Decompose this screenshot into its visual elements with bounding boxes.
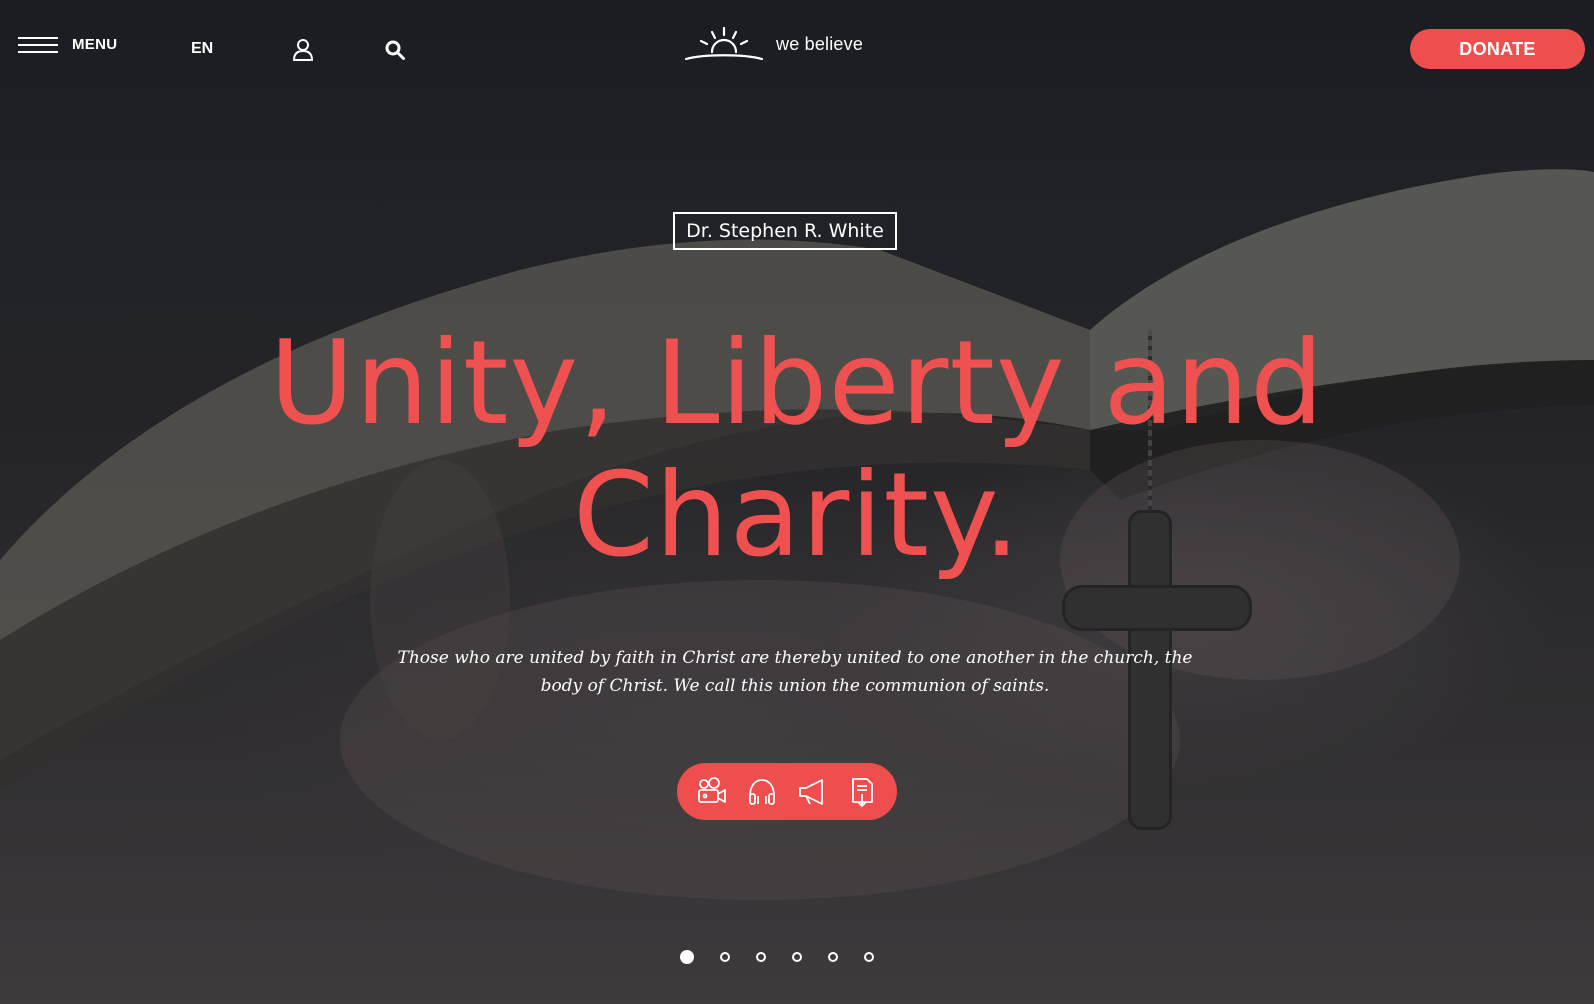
user-icon[interactable] xyxy=(292,38,314,62)
headphones-icon[interactable] xyxy=(746,776,778,808)
slider-pagination xyxy=(680,950,874,964)
donate-button[interactable]: DONATE xyxy=(1410,29,1585,69)
language-selector[interactable]: EN xyxy=(191,40,213,58)
slider-dot-3[interactable] xyxy=(756,952,766,962)
menu-label: MENU xyxy=(72,36,118,53)
author-badge[interactable]: Dr. Stephen R. White xyxy=(673,212,897,250)
megaphone-icon[interactable] xyxy=(796,776,828,808)
site-header: MENU EN we believe DONATE xyxy=(0,0,1594,96)
logo-text: we believe xyxy=(776,33,864,54)
hero-headline: Unity, Liberty and Charity. xyxy=(0,318,1594,582)
sunrise-logo-icon xyxy=(684,26,764,61)
video-camera-icon[interactable] xyxy=(696,776,728,808)
slider-dot-6[interactable] xyxy=(864,952,874,962)
menu-button[interactable]: MENU xyxy=(18,36,117,53)
slider-dot-5[interactable] xyxy=(828,952,838,962)
headline-line-1: Unity, Liberty and xyxy=(269,316,1325,451)
slider-dot-1[interactable] xyxy=(680,950,694,964)
hamburger-icon xyxy=(18,36,58,53)
slider-dot-2[interactable] xyxy=(720,952,730,962)
search-icon[interactable] xyxy=(384,39,406,61)
slider-dot-4[interactable] xyxy=(792,952,802,962)
site-logo[interactable]: we believe xyxy=(684,24,863,64)
document-download-icon[interactable] xyxy=(846,776,878,808)
headline-line-2: Charity. xyxy=(573,448,1021,583)
hero-quote: Those who are united by faith in Christ … xyxy=(397,648,1193,696)
media-links xyxy=(677,763,897,820)
